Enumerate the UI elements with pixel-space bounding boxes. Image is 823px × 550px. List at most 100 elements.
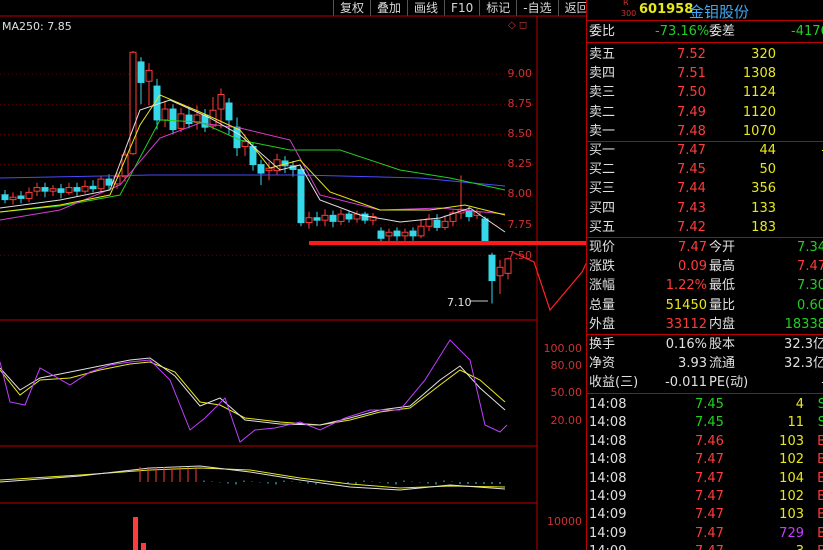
price-tick: 7.75	[507, 218, 533, 231]
volume-bar	[141, 543, 146, 550]
tick-volume: 104	[779, 470, 804, 486]
tick-price: 7.46	[695, 433, 724, 449]
candle-body	[97, 178, 105, 190]
stat-row: 涨幅 1.22% 最低 7.30	[587, 276, 823, 295]
tick-flag: B	[817, 507, 823, 523]
volume-bar	[133, 517, 138, 550]
tick-flag: B	[817, 470, 823, 486]
ask-row: 卖四 7.51 1308	[587, 64, 823, 83]
volume-bars	[133, 517, 146, 550]
stat2-value: -0.011	[665, 375, 707, 391]
bid-price: 7.42	[677, 219, 706, 235]
ma-line-purple	[0, 122, 506, 221]
candle-body	[129, 51, 137, 155]
stat2-label: 净资	[589, 356, 616, 372]
candle-body	[9, 196, 17, 201]
ask-volume: 1070	[742, 123, 776, 139]
tick-row: 14:09 7.47 3 B	[587, 542, 823, 550]
stat-label: 现价	[589, 240, 616, 255]
stat-value: 33112	[665, 316, 707, 332]
candle-body	[1, 194, 9, 201]
tick-flag: S	[817, 397, 823, 412]
candle-body	[417, 225, 425, 237]
candle-body	[33, 187, 41, 192]
bid-price: 7.44	[677, 181, 706, 197]
stat2-label: 股本	[709, 337, 736, 352]
stat2-value: 32.3亿	[784, 337, 823, 352]
ask-price: 7.48	[677, 123, 706, 139]
price-tick: 8.25	[507, 157, 533, 170]
bid-row: 买三 7.44 356	[587, 179, 823, 198]
stat2-value: 0.16%	[665, 337, 707, 352]
tick-volume: 4	[795, 397, 804, 412]
candle-body	[25, 191, 33, 199]
tick-volume: 103	[779, 507, 804, 523]
stat2-value: 32.3亿	[784, 356, 823, 372]
bid-price: 7.45	[677, 162, 706, 178]
stat-label: 今开	[709, 240, 736, 255]
candle-body	[409, 230, 417, 237]
bid-row: 买二 7.45 50	[587, 160, 823, 179]
tick-flag: B	[817, 525, 823, 541]
osc-tick: 20.00	[550, 414, 583, 427]
candle-body	[441, 220, 449, 228]
stock-header: R 300 601958 金钼股份	[587, 0, 823, 21]
stat-label: 涨跌	[589, 259, 616, 275]
stat-label: 内盘	[709, 316, 736, 332]
candle-body	[17, 195, 25, 199]
candle-body	[41, 187, 49, 192]
divider	[587, 42, 823, 43]
tick-price: 7.47	[695, 542, 724, 550]
tick-row: 14:09 7.47 729 B	[587, 524, 823, 543]
candle-body	[81, 185, 89, 192]
candle-body	[169, 108, 177, 131]
tick-time: 14:09	[589, 525, 627, 541]
bid-volume: 356	[751, 181, 776, 197]
stat-row: 涨跌 0.09 最高 7.47	[587, 257, 823, 276]
stock-code: 601958	[639, 2, 694, 17]
tick-volume: 102	[779, 452, 804, 468]
tick-time: 14:08	[589, 470, 627, 486]
candle-body	[49, 188, 57, 192]
tick-row: 14:08 7.46 103 B	[587, 432, 823, 451]
stat2-value: 3.93	[678, 356, 707, 372]
ask-row: 卖三 7.50 1124	[587, 83, 823, 102]
stat-value: 51450	[665, 297, 707, 313]
candle-body	[297, 168, 305, 224]
candle-body	[225, 102, 233, 121]
stat-row: 外盘 33112 内盘 18338	[587, 315, 823, 334]
candle-body	[385, 231, 393, 237]
candle-body	[193, 114, 201, 123]
bid-price: 7.43	[677, 200, 706, 216]
kline-chart[interactable]	[0, 0, 586, 550]
oscillator-lines	[0, 339, 508, 443]
tick-volume: 3	[796, 542, 804, 550]
candles-group	[1, 51, 512, 304]
weibi-label: 委比	[589, 24, 616, 39]
candle-body	[137, 61, 145, 83]
ask-label: 卖一	[589, 123, 616, 139]
osc-line-purple	[0, 339, 508, 443]
osc-tick: 80.00	[550, 359, 583, 372]
candle-body	[105, 178, 113, 186]
tick-price: 7.47	[695, 525, 724, 541]
candle-body	[496, 266, 504, 277]
tick-volume: 11	[787, 415, 804, 431]
stat2-label: 收益(三)	[589, 375, 639, 391]
candle-body	[145, 69, 153, 82]
quote-panel: R 300 601958 金钼股份 委比 -73.16% 委差 -4176 卖五…	[586, 0, 823, 550]
macd-dea	[0, 467, 506, 489]
ask-row: 卖一 7.48 1070	[587, 122, 823, 141]
candle-body	[305, 217, 313, 224]
candle-body	[217, 94, 225, 110]
weicha-value: -4176	[791, 24, 823, 39]
ask-volume: 320	[751, 47, 776, 62]
r-badge: R	[623, 0, 629, 7]
stat2-row: 净资 3.93 流通 32.3亿	[587, 354, 823, 373]
price-tick: 7.50	[507, 249, 533, 262]
ask-row: 卖五 7.52 320	[587, 45, 823, 64]
tick-volume: 103	[779, 433, 804, 449]
candle-body	[377, 230, 385, 239]
stat-label: 最高	[709, 259, 736, 275]
tick-time: 14:08	[589, 397, 627, 412]
